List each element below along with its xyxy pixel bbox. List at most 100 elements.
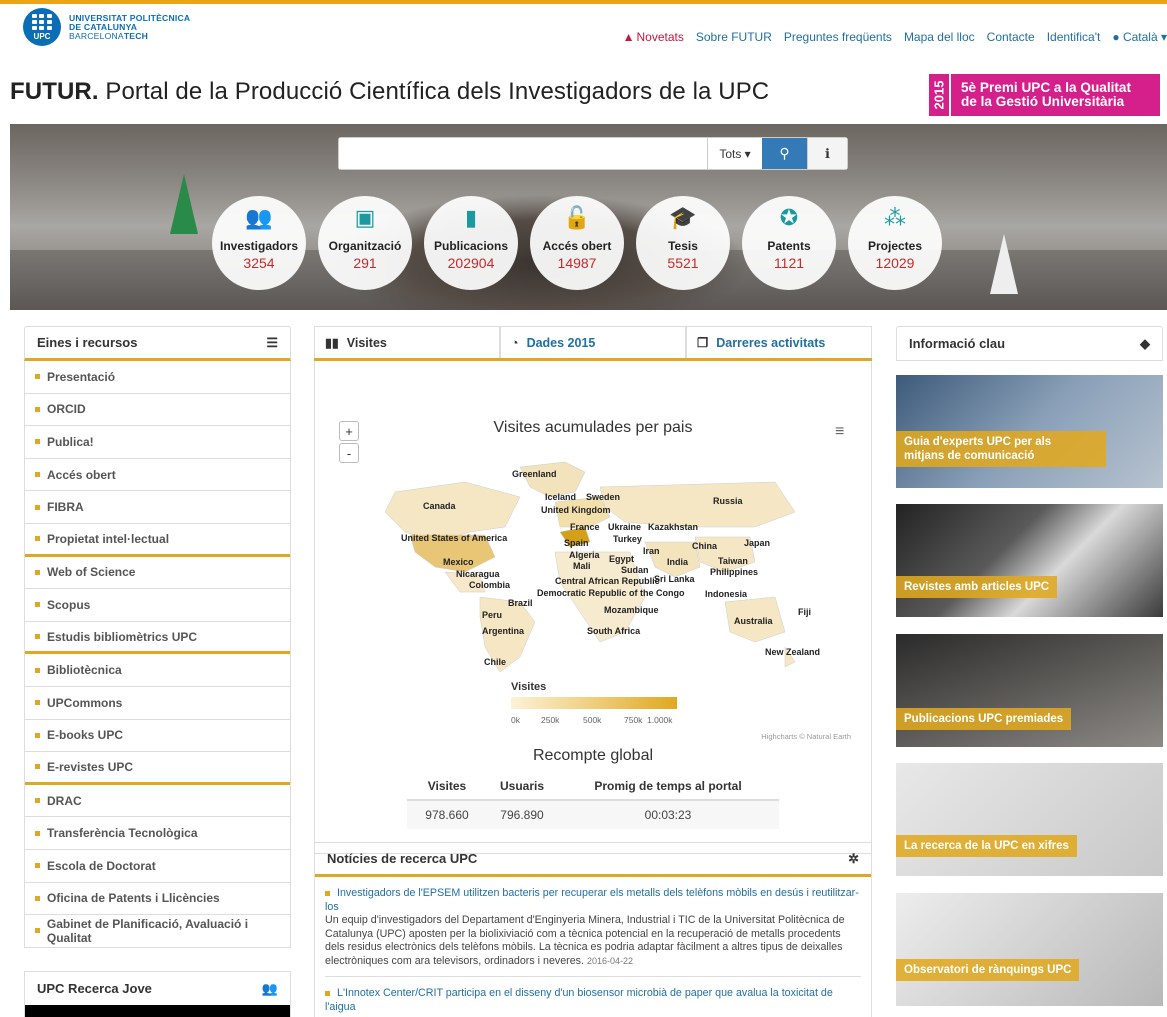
- upc-logo[interactable]: UPC UNIVERSITAT POLITÈCNICA DE CATALUNYA…: [23, 8, 190, 46]
- stat-publicacions[interactable]: ▮ Publicacions 202904: [424, 196, 518, 290]
- upc-logo-icon: UPC: [23, 8, 61, 46]
- info-icon: ℹ: [825, 145, 830, 161]
- recerca-jove-panel[interactable]: UPC Recerca Jove 👥: [24, 971, 291, 1017]
- country-label: United States of America: [401, 533, 508, 543]
- table-header: Visites Usuaris Promig de temps al porta…: [407, 773, 779, 801]
- menu-item-gabinet[interactable]: Gabinet de Planificació, Avaluació i Qua…: [25, 915, 290, 948]
- country-label: Central African Republic: [555, 576, 660, 586]
- country-label: Brazil: [508, 598, 533, 608]
- tile-revistes[interactable]: Revistes amb articles UPC: [896, 504, 1163, 617]
- menu-item-orcid[interactable]: ORCID: [25, 394, 290, 427]
- window-icon: ❐: [697, 336, 709, 350]
- table-row: 978.660 796.890 00:03:23: [407, 801, 779, 829]
- premi-banner[interactable]: 2015 5è Premi UPC a la Qualitat de la Ges…: [929, 74, 1160, 116]
- link-novetats[interactable]: ▲ Novetats: [623, 30, 684, 44]
- search-input[interactable]: [339, 138, 707, 169]
- menu-item-patents[interactable]: Oficina de Patents i Llicències: [25, 883, 290, 916]
- menu-item-web-of-science[interactable]: Web of Science: [25, 557, 290, 590]
- menu-item-drac[interactable]: DRAC: [25, 785, 290, 818]
- map-box: + - Visites acumulades per pais ≡ Greenl…: [314, 361, 872, 854]
- link-mapa[interactable]: Mapa del lloc: [904, 30, 975, 44]
- country-label: Sudan: [621, 565, 649, 575]
- stat-tesis[interactable]: 🎓 Tesis 5521: [636, 196, 730, 290]
- legend-color-scale: [511, 697, 677, 709]
- country-label: France: [570, 522, 600, 532]
- news-item: Investigadors de l'EPSEM utilitzen bacte…: [315, 877, 871, 968]
- menu-item-transferencia[interactable]: Transferència Tecnològica: [25, 817, 290, 850]
- file-icon: ▮: [464, 205, 478, 230]
- tile-caption: Guia d'experts UPC per als mitjans de com…: [896, 431, 1106, 467]
- menu-item-publica[interactable]: Publica!: [25, 426, 290, 459]
- info-button[interactable]: ℹ: [807, 138, 847, 169]
- caret-down-icon: ▾: [1160, 30, 1167, 44]
- map-credit[interactable]: Highcharts © Natural Earth: [761, 732, 851, 741]
- menu-item-upcommons[interactable]: UPCommons: [25, 687, 290, 720]
- upc-logo-text: UNIVERSITAT POLITÈCNICA DE CATALUNYA BAR…: [69, 12, 191, 41]
- stat-projectes[interactable]: ⁂ Projectes 12029: [848, 196, 942, 290]
- search-scope-dropdown[interactable]: Tots ▾: [707, 138, 762, 169]
- menu-item-bibliotecnica[interactable]: Bibliotècnica: [25, 654, 290, 687]
- tile-recerca-xifres[interactable]: La recerca de la UPC en xifres: [896, 763, 1163, 876]
- tile-guia-experts[interactable]: Guia d'experts UPC per als mitjans de com…: [896, 375, 1163, 488]
- menu-item-doctorat[interactable]: Escola de Doctorat: [25, 850, 290, 883]
- country-label: Japan: [744, 538, 771, 548]
- tile-publicacions-premiades[interactable]: Publicacions UPC premiades: [896, 634, 1163, 747]
- language-dropdown[interactable]: ● Català ▾: [1112, 30, 1167, 44]
- country-label: Iran: [643, 546, 660, 556]
- country-label: Mali: [573, 561, 591, 571]
- sitemap-icon: ⁂: [884, 205, 906, 230]
- news-item-link[interactable]: L'Innotex Center/CRIT participa en el di…: [325, 987, 861, 1014]
- menu-item-acces-obert[interactable]: Accés obert: [25, 459, 290, 492]
- cubes-icon: ▣: [354, 205, 376, 230]
- country-label: Argentina: [482, 626, 525, 636]
- tab-visites[interactable]: ▮▮ Visites: [314, 326, 500, 358]
- country-label: Taiwan: [718, 556, 748, 566]
- tile-caption: Observatori de rànquings UPC: [896, 959, 1080, 981]
- menu-item-propietat[interactable]: Propietat intel·lectual: [25, 524, 290, 557]
- stat-investigadors[interactable]: 👥 Investigadors 3254: [212, 196, 306, 290]
- link-identifica[interactable]: Identifica't: [1047, 30, 1101, 44]
- country-label: South Africa: [587, 626, 641, 636]
- tile-caption: La recerca de la UPC en xifres: [896, 835, 1077, 857]
- country-label: Greenland: [512, 469, 557, 479]
- top-links: ▲ Novetats Sobre FUTUR Preguntes freqüent…: [623, 30, 1167, 44]
- link-sobre-futur[interactable]: Sobre FUTUR: [696, 30, 772, 44]
- news-item: L'Innotex Center/CRIT participa en el di…: [315, 977, 871, 1014]
- tile-caption: Revistes amb articles UPC: [896, 576, 1058, 598]
- menu-icon[interactable]: ≡: [835, 423, 844, 441]
- stat-organitzacio[interactable]: ▣ Organització 291: [318, 196, 412, 290]
- warning-diamond-icon: ◆: [1140, 335, 1150, 351]
- graduation-cap-icon: 🎓: [669, 205, 697, 230]
- tab-dades-2015[interactable]: ◔ Dades 2015: [500, 326, 686, 358]
- recompte-title: Recompte global: [532, 747, 654, 764]
- eines-panel: Eines i recursos ☰ Presentació ORCID Publ…: [24, 326, 291, 948]
- stats-panel: ▮▮ Visites ◔ Dades 2015 ❐ Darreres activita…: [314, 326, 872, 854]
- country-label: Canada: [423, 501, 456, 511]
- top-bar: UPC UNIVERSITAT POLITÈCNICA DE CATALUNYA…: [0, 4, 1167, 64]
- tile-observatori[interactable]: Observatori de rànquings UPC: [896, 893, 1163, 1006]
- stats-circles: 👥 Investigadors 3254 ▣ Organització 291 ▮ Pub…: [212, 196, 942, 290]
- search-button[interactable]: ⚲: [762, 138, 807, 169]
- stat-acces-obert[interactable]: 🔓 Accés obert 14987: [530, 196, 624, 290]
- news-header: Notícies de recerca UPC ✲: [315, 843, 871, 877]
- link-contacte[interactable]: Contacte: [987, 30, 1035, 44]
- menu-item-scopus[interactable]: Scopus: [25, 589, 290, 622]
- list-icon: ☰: [266, 334, 278, 350]
- award-icon: ✪: [779, 205, 799, 230]
- country-label: Australia: [734, 616, 773, 626]
- cone-image: [990, 234, 1018, 294]
- tab-darreres-activitats[interactable]: ❐ Darreres activitats: [686, 326, 872, 358]
- recerca-jove-header: UPC Recerca Jove 👥: [37, 980, 278, 997]
- users-icon: 👥: [261, 980, 278, 996]
- news-item-link[interactable]: Investigadors de l'EPSEM utilitzen bacte…: [325, 887, 861, 914]
- menu-item-presentacio[interactable]: Presentació: [25, 361, 290, 394]
- menu-item-fibra[interactable]: FIBRA: [25, 491, 290, 524]
- menu-item-bibliometrics[interactable]: Estudis bibliomètrics UPC: [25, 622, 290, 655]
- link-preguntes[interactable]: Preguntes freqüents: [784, 30, 892, 44]
- menu-item-erevistes[interactable]: E-revistes UPC: [25, 752, 290, 785]
- cone-image: [170, 174, 198, 234]
- country-label: China: [692, 541, 718, 551]
- recerca-jove-video[interactable]: [25, 1005, 290, 1017]
- stat-patents[interactable]: ✪ Patents 1121: [742, 196, 836, 290]
- menu-item-ebooks[interactable]: E-books UPC: [25, 720, 290, 753]
